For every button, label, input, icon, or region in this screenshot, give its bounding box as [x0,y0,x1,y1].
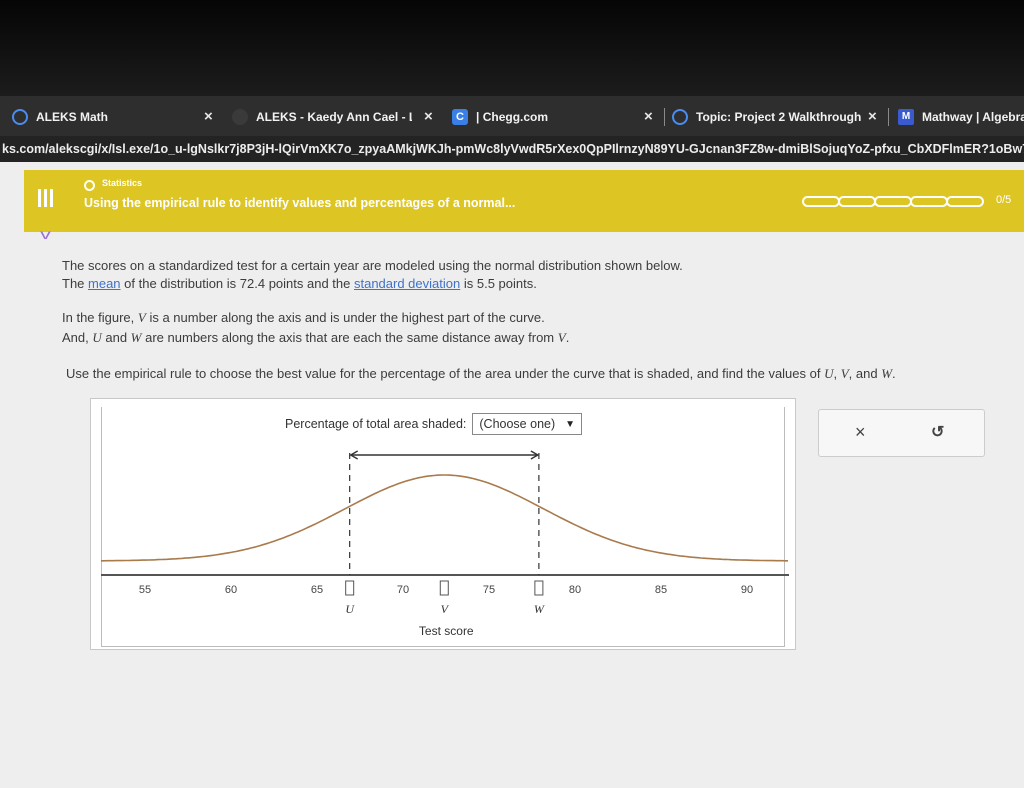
menu-icon[interactable] [38,186,58,210]
topic-status-icon [84,180,95,191]
tab-aleks-math[interactable]: ALEKS Math [12,104,192,130]
var-u: U [92,330,102,345]
aleks-icon [232,109,248,125]
progress-segment [874,196,912,207]
axis-title: Test score [419,624,474,638]
text: And, [62,330,93,345]
assignment-title: Using the empirical rule to identify val… [84,196,516,210]
normal-curve [101,474,788,562]
browser-tab-bar: ALEKS Math × ALEKS - Kaedy Ann Cael - Le… [0,96,1024,136]
text: and [101,330,131,345]
tab-chegg[interactable]: C | Chegg.com [452,104,622,130]
text: . [892,366,896,381]
progress-segment [910,196,948,207]
aleks-icon [672,109,688,125]
tab-label: ALEKS - Kaedy Ann Cael - Learn [256,110,412,124]
text: In the figure, [62,310,138,325]
tick-label: 80 [569,584,581,596]
mathway-icon: M [898,109,914,125]
close-tab-icon[interactable]: × [424,104,433,130]
progress-segment [838,196,876,207]
close-tab-icon[interactable]: × [204,104,213,130]
standard-deviation-link[interactable]: standard deviation [354,276,460,291]
aleks-app: Statistics Using the empirical rule to i… [0,162,1024,788]
progress-segment [802,196,840,207]
undo-button[interactable]: ↺ [931,422,944,442]
var-v: V [137,310,146,325]
var-w: W [130,330,142,345]
text: Use the empirical rule to choose the bes… [66,366,825,381]
close-tab-icon[interactable]: × [644,104,653,130]
text: , [833,366,841,381]
tick-label: 60 [225,584,237,596]
tab-mathway[interactable]: M Mathway | Algebra [898,104,1024,130]
tab-separator [888,108,889,126]
tab-label: ALEKS Math [36,110,108,124]
topic-label: Statistics [102,178,143,188]
tick-label: 55 [139,584,151,596]
problem-line-2: The mean of the distribution is 72.4 poi… [62,276,537,291]
text: of the distribution is 72.4 points and t… [120,276,354,291]
normal-distribution-figure: 55 60 65 70 75 80 85 90 U V W Test score Percentage… [90,398,796,650]
percentage-select[interactable]: (Choose one) ▼ [472,413,583,435]
chegg-icon: C [452,109,468,125]
chevron-down-icon[interactable]: v [40,226,51,242]
progress-count: 0/5 [996,194,1012,206]
w-answer-box[interactable] [534,580,544,596]
monitor-bezel [0,0,1024,96]
progress-segment [946,196,984,207]
tab-aleks-learn[interactable]: ALEKS - Kaedy Ann Cael - Learn [232,104,412,130]
u-label: U [345,602,355,616]
tick-label: 90 [741,584,753,596]
text: is 5.5 points. [460,276,537,291]
answer-tools: × ↺ [818,409,985,457]
aleks-icon [12,109,28,125]
var-w: W [881,366,893,381]
problem-line-5: Use the empirical rule to choose the bes… [66,366,896,382]
tick-label: 65 [311,584,323,596]
tab-label: | Chegg.com [476,110,549,124]
percentage-row: Percentage of total area shaded: (Choose… [285,413,583,435]
text: is a number along the axis and is under … [145,310,545,325]
progress-bar [802,196,984,207]
text: , and [848,366,882,381]
tab-label: Mathway | Algebra [922,110,1024,124]
v-answer-box[interactable] [439,580,449,596]
problem-line-3: In the figure, V is a number along the a… [62,310,545,326]
w-label: W [534,602,545,616]
normal-curve-chart: 55 60 65 70 75 80 85 90 U V W Test score [101,450,789,638]
var-v: V [840,366,849,381]
text: . [565,330,570,345]
percentage-select-value: (Choose one) [479,417,556,431]
tick-label: 75 [483,584,495,596]
text: are numbers along the axis that are each… [141,330,558,345]
tick-label: 85 [655,584,667,596]
close-tab-icon[interactable]: × [868,104,877,130]
v-label: V [441,602,450,616]
mean-link[interactable]: mean [88,276,121,291]
text: The [62,276,89,291]
u-answer-box[interactable] [345,580,355,596]
tab-topic-project[interactable]: Topic: Project 2 Walkthrough Vic [672,104,862,130]
tab-separator [664,108,665,126]
problem-line-1: The scores on a standardized test for a … [62,258,683,273]
tick-label: 70 [397,584,409,596]
tab-label: Topic: Project 2 Walkthrough Vic [696,110,862,124]
var-v: V [557,330,566,345]
percentage-label: Percentage of total area shaded: [285,417,467,431]
problem-line-4: And, U and W are numbers along the axis … [62,330,569,346]
assignment-header: Statistics Using the empirical rule to i… [24,170,1024,232]
dropdown-arrow-icon: ▼ [565,418,576,430]
address-bar[interactable]: ks.com/alekscgi/x/Isl.exe/1o_u-lgNslkr7j… [0,136,1024,162]
clear-button[interactable]: × [855,422,866,443]
